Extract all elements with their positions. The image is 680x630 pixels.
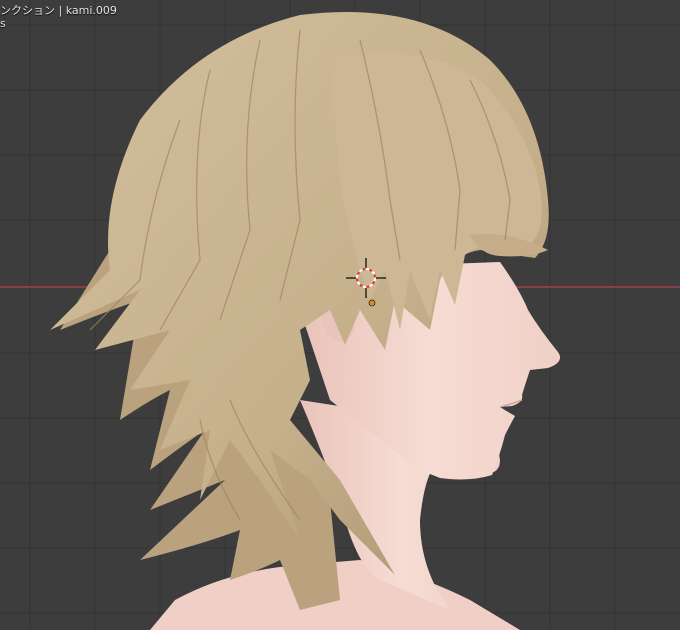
viewport-collection-label: ンクション | kami.009: [0, 4, 117, 17]
3d-viewport[interactable]: ンクション | kami.009 s: [0, 0, 680, 630]
viewport-canvas[interactable]: [0, 0, 680, 630]
object-origin-icon[interactable]: [368, 299, 376, 307]
viewport-mode-label: s: [0, 17, 6, 30]
